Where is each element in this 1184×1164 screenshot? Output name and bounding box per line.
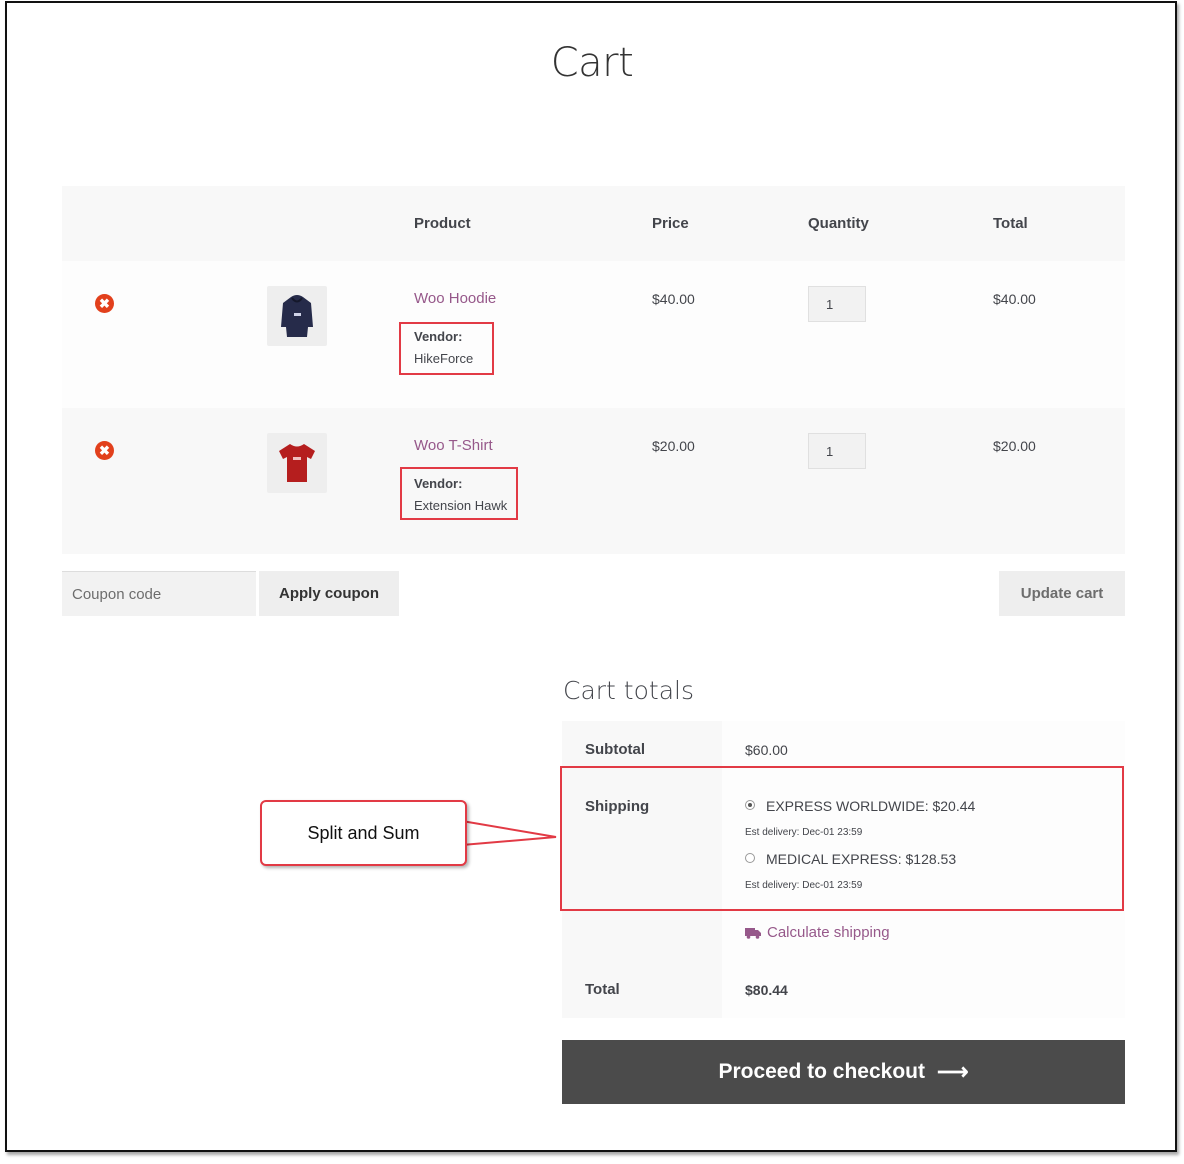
vendor-name: Extension Hawk bbox=[414, 498, 508, 513]
product-thumbnail-tshirt[interactable] bbox=[267, 433, 327, 493]
truck-icon bbox=[745, 927, 761, 939]
coupon-code-input[interactable]: Coupon code bbox=[62, 571, 256, 616]
apply-coupon-button[interactable]: Apply coupon bbox=[259, 571, 399, 616]
vendor-label: Vendor: bbox=[414, 476, 463, 491]
row-total: $40.00 bbox=[993, 291, 1036, 307]
remove-circle-icon[interactable]: ✖ bbox=[95, 294, 114, 313]
vendor-name: HikeForce bbox=[414, 351, 474, 366]
table-row bbox=[62, 261, 1125, 408]
calculate-shipping-label[interactable]: Calculate shipping bbox=[767, 924, 890, 941]
total-value: $80.44 bbox=[745, 982, 788, 998]
calculate-shipping-link[interactable]: Calculate shipping bbox=[745, 924, 890, 941]
col-header-quantity: Quantity bbox=[808, 215, 869, 232]
total-label: Total bbox=[585, 981, 620, 998]
subtotal-label: Subtotal bbox=[585, 741, 645, 758]
proceed-to-checkout-button[interactable]: Proceed to checkout ⟶ bbox=[562, 1040, 1125, 1104]
row-total: $20.00 bbox=[993, 438, 1036, 454]
vendor-label: Vendor: bbox=[414, 329, 463, 344]
product-link-woo-tshirt[interactable]: Woo T-Shirt bbox=[414, 437, 493, 454]
tshirt-icon bbox=[279, 444, 315, 482]
split-and-sum-callout: Split and Sum bbox=[260, 800, 467, 866]
col-header-price: Price bbox=[652, 215, 689, 232]
subtotal-value: $60.00 bbox=[745, 742, 788, 758]
row-price: $20.00 bbox=[652, 438, 695, 454]
col-header-product: Product bbox=[414, 215, 471, 232]
arrow-right-icon: ⟶ bbox=[937, 1059, 969, 1084]
callout-pointer bbox=[461, 820, 557, 846]
checkout-label: Proceed to checkout bbox=[718, 1060, 925, 1083]
shipping-highlight-box bbox=[560, 766, 1124, 911]
cart-totals-title: Cart totals bbox=[563, 676, 694, 705]
product-thumbnail-hoodie[interactable] bbox=[267, 286, 327, 346]
col-header-total: Total bbox=[993, 215, 1028, 232]
quantity-input[interactable]: 1 bbox=[808, 433, 866, 469]
page-title: Cart bbox=[550, 40, 634, 86]
remove-circle-icon[interactable]: ✖ bbox=[95, 441, 114, 460]
product-link-woo-hoodie[interactable]: Woo Hoodie bbox=[414, 290, 496, 307]
table-row bbox=[62, 408, 1125, 554]
update-cart-button[interactable]: Update cart bbox=[999, 571, 1125, 616]
quantity-input[interactable]: 1 bbox=[808, 286, 866, 322]
hoodie-icon bbox=[281, 295, 313, 337]
cart-table-header bbox=[62, 186, 1125, 261]
row-price: $40.00 bbox=[652, 291, 695, 307]
